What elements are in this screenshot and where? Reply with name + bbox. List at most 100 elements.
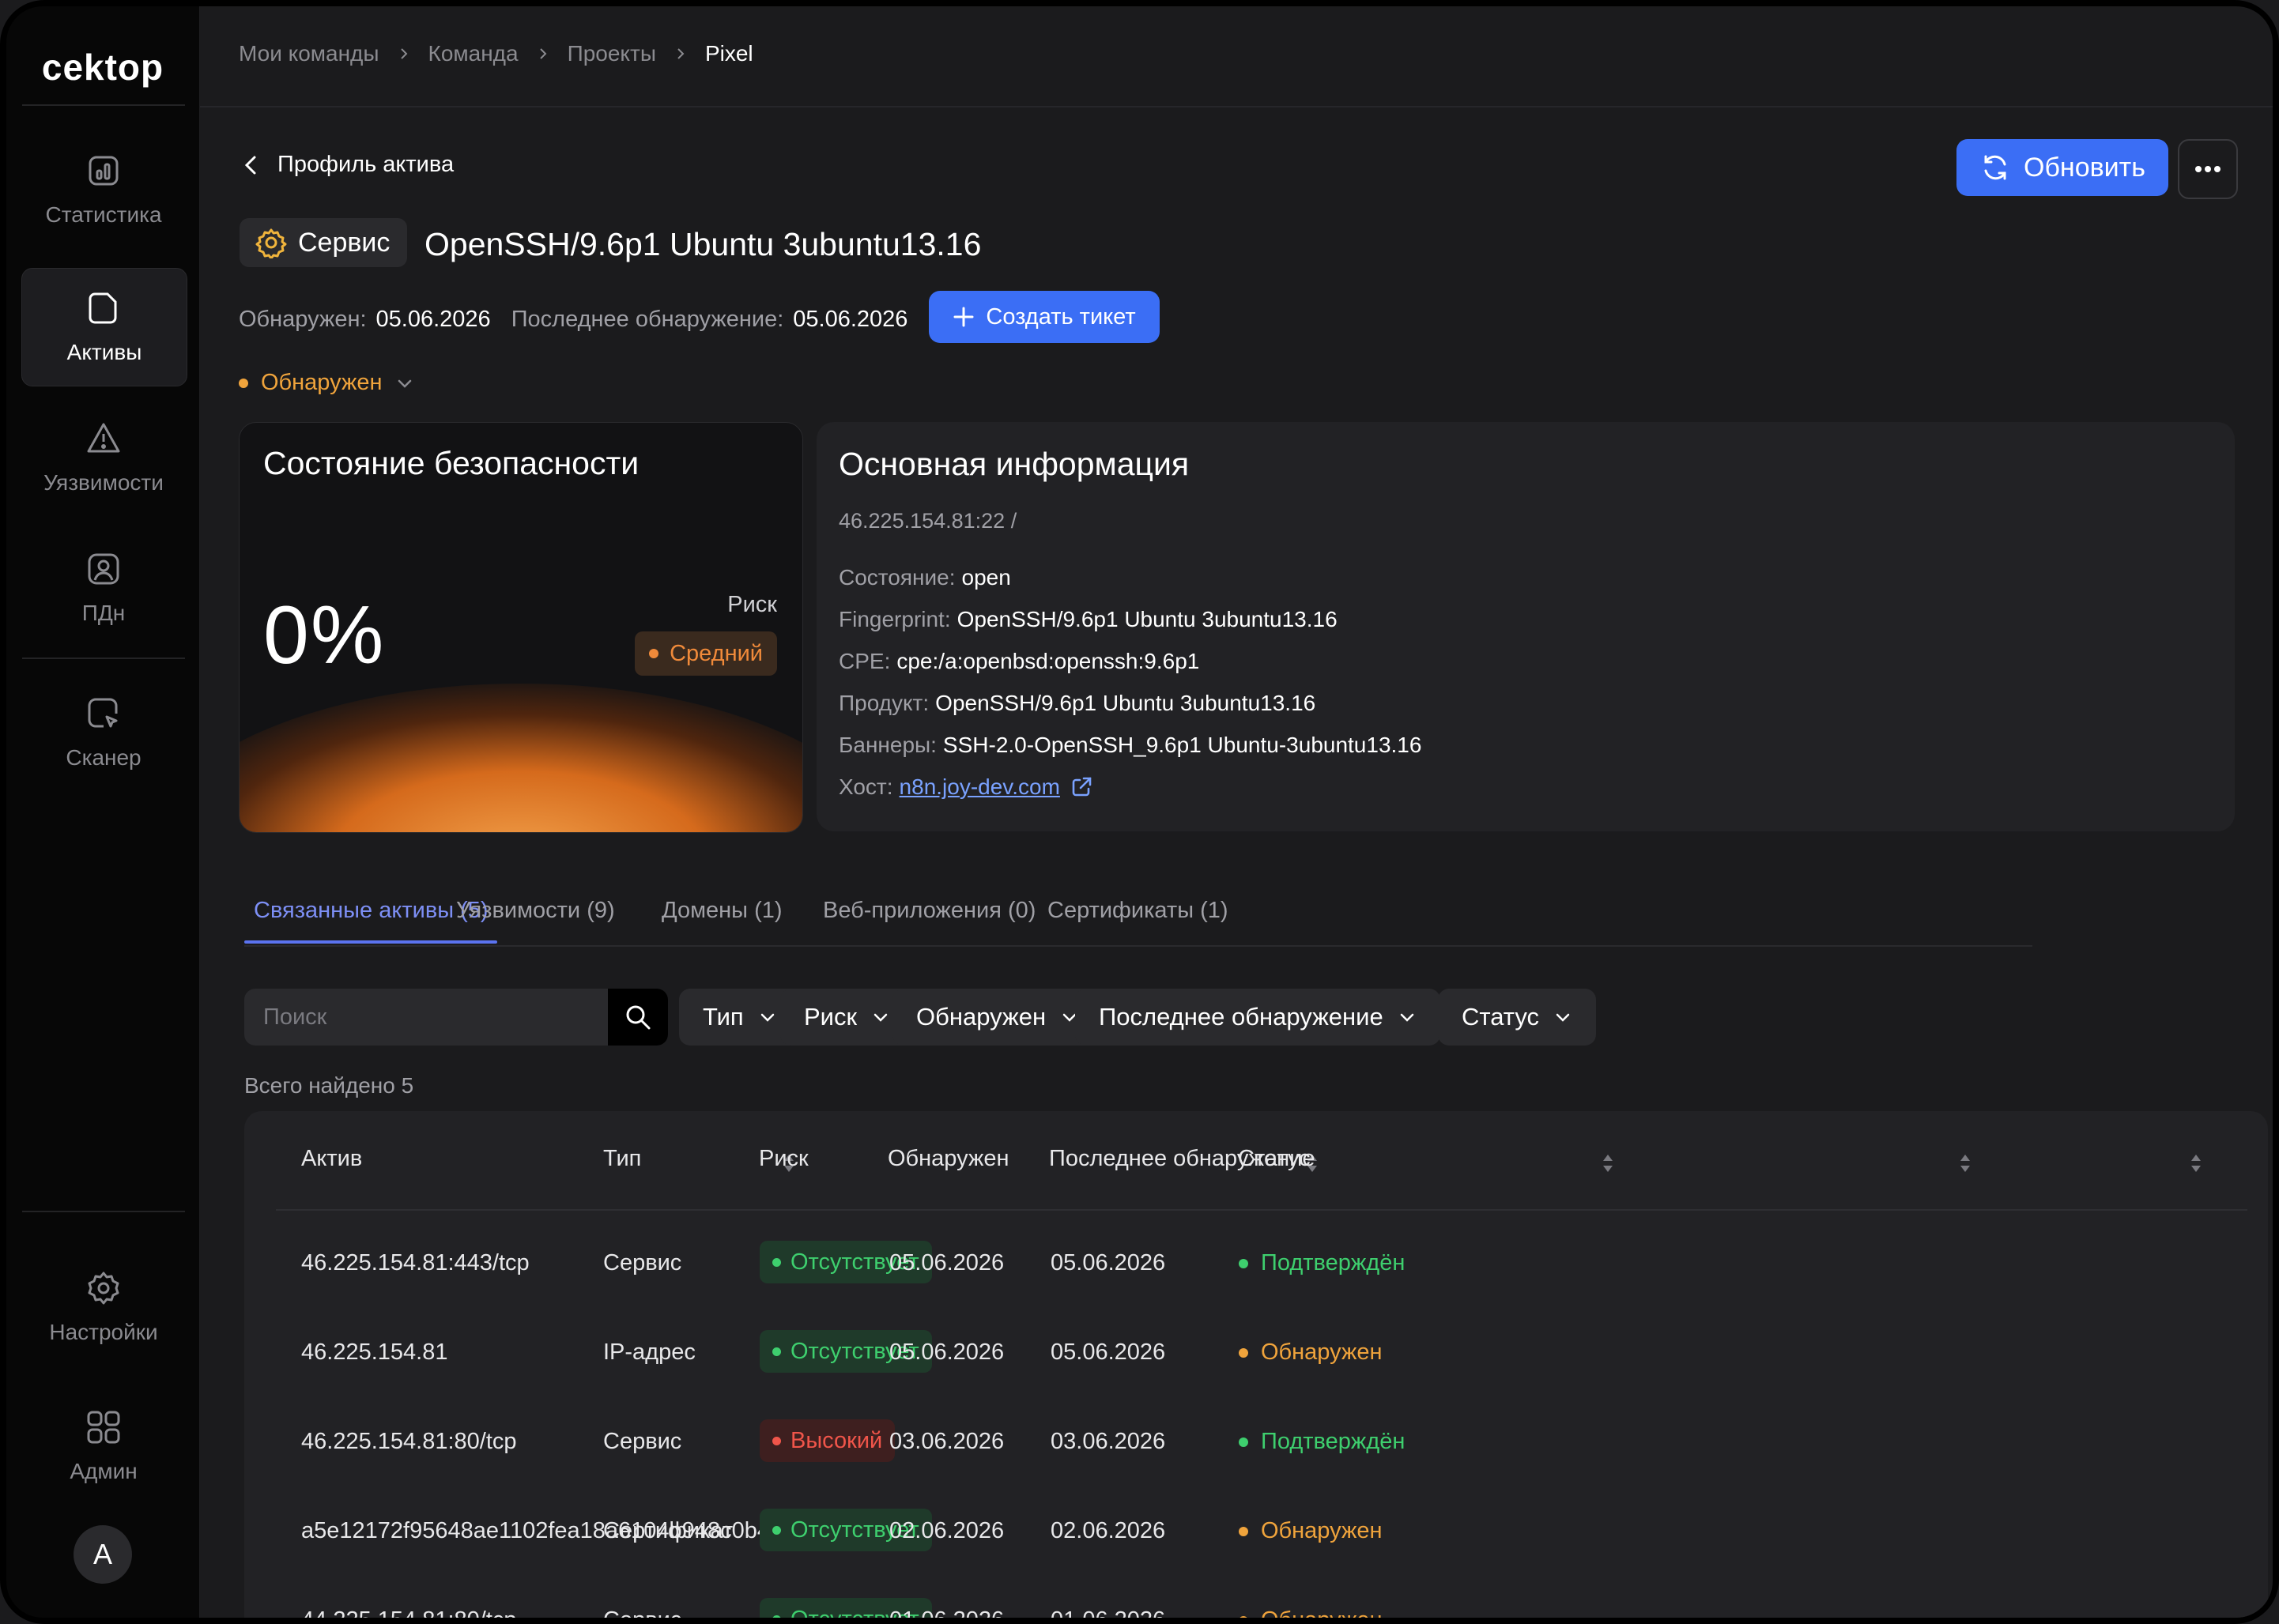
table-row[interactable]: 46.225.154.81:80/tcp Сервис Высокий 03.0… (276, 1397, 2247, 1486)
filter-discovered[interactable]: Обнаружен (892, 989, 1104, 1046)
cell-discovered: 03.06.2026 (889, 1429, 1005, 1454)
chevron-down-icon (1556, 1013, 1570, 1022)
status-dot (1239, 1258, 1248, 1268)
chevron-down-icon (1400, 1013, 1413, 1022)
status-dot (1239, 1347, 1248, 1358)
info-row-cpe: CPE: cpe:/a:openbsd:openssh:9.6p1 (839, 640, 1421, 682)
chevron-down-icon (873, 1013, 888, 1022)
status-dot (1239, 1437, 1248, 1447)
assets-table: Актив Тип Риск Обнаружен Последнее обнар… (244, 1111, 2268, 1618)
info-value: OpenSSH/9.6p1 Ubuntu 3ubuntu13.16 (935, 690, 1316, 715)
column-header-asset[interactable]: Актив (301, 1146, 362, 1172)
breadcrumb-item[interactable]: Мои команды (239, 41, 379, 66)
info-row-fingerprint: Fingerprint: OpenSSH/9.6p1 Ubuntu 3ubunt… (839, 598, 1421, 640)
tabs: Связанные активы (5) Уязвимости (9) Доме… (244, 880, 2032, 947)
refresh-icon (1984, 155, 2006, 180)
breadcrumb-item[interactable]: Команда (428, 41, 519, 66)
cell-asset: 46.225.154.81:443/tcp (301, 1250, 530, 1275)
sidebar-item-admin[interactable]: Админ (21, 1388, 186, 1505)
filter-label: Риск (804, 1003, 858, 1031)
info-rows: Состояние: open Fingerprint: OpenSSH/9.6… (839, 556, 1421, 808)
refresh-button[interactable]: Обновить (1956, 139, 2168, 196)
sidebar-item-label: Статистика (45, 202, 162, 227)
cell-discovered: 05.06.2026 (889, 1340, 1005, 1365)
sidebar-item-pdn[interactable]: ПДн (21, 529, 186, 646)
back-link[interactable]: Профиль актива (240, 152, 454, 178)
sort-icon[interactable] (1958, 1152, 1972, 1174)
chevron-down-icon (398, 379, 412, 388)
create-ticket-button[interactable]: Создать тикет (929, 291, 1160, 343)
filter-status[interactable]: Статус (1438, 989, 1596, 1046)
risk-dot (772, 1525, 781, 1535)
cell-last-seen: 05.06.2026 (1051, 1250, 1166, 1275)
risk-dot (772, 1257, 781, 1267)
risk-badge: Средний (635, 631, 777, 676)
column-header-risk[interactable]: Риск (759, 1146, 809, 1172)
table-row[interactable]: a5e12172f95648ae1102fea18a6104b948c0b44a… (276, 1486, 2247, 1576)
filter-last-seen[interactable]: Последнее обнаружение (1075, 989, 1440, 1046)
chart-icon (85, 152, 123, 190)
info-label: Баннеры: (839, 732, 937, 757)
sidebar-item-assets[interactable]: Активы (21, 268, 187, 386)
more-dots-icon (2195, 166, 2221, 172)
sidebar-divider (22, 658, 185, 659)
risk-dot (772, 1347, 781, 1356)
status-text: Подтверждён (1261, 1250, 1406, 1275)
sidebar-item-vulnerabilities[interactable]: Уязвимости (21, 399, 186, 516)
more-button[interactable] (2178, 139, 2238, 199)
status-dropdown[interactable]: Обнаружен (239, 370, 415, 396)
column-header-discovered[interactable]: Обнаружен (888, 1146, 1009, 1172)
search-button[interactable] (608, 989, 668, 1046)
security-glow (240, 684, 802, 832)
avatar[interactable]: A (74, 1525, 132, 1584)
status-dot (239, 378, 248, 388)
sort-icon[interactable] (1601, 1152, 1615, 1174)
breadcrumb-item[interactable]: Проекты (568, 41, 656, 66)
cell-type: Сервис (603, 1429, 682, 1454)
table-row[interactable]: 46.225.154.81:443/tcp Сервис Отсутствует… (276, 1219, 2247, 1308)
tab-related-assets[interactable]: Связанные активы (5) (254, 898, 489, 924)
security-percent: 0% (263, 590, 386, 681)
filter-label: Статус (1462, 1003, 1539, 1031)
status-text: Обнаружен (1261, 1518, 1383, 1543)
logo[interactable]: сеktор (6, 40, 199, 95)
sidebar-item-statistics[interactable]: Статистика (21, 131, 186, 248)
breadcrumb: Мои команды Команда Проекты Pixel (239, 41, 753, 66)
external-link-icon[interactable] (1070, 775, 1093, 799)
tab-domains[interactable]: Домены (1) (662, 898, 783, 924)
cell-asset: 46.225.154.81:80/tcp (301, 1429, 517, 1454)
user-id-icon (85, 550, 123, 588)
search-box (244, 989, 668, 1046)
host-link[interactable]: n8n.joy-dev.com (900, 774, 1060, 800)
warning-icon (85, 420, 123, 458)
security-state-card: Состояние безопасности 0% Риск Средний (239, 422, 803, 833)
asset-type-chip: Сервис (240, 218, 407, 267)
tab-vulnerabilities[interactable]: Уязвимости (9) (456, 898, 615, 924)
tab-certificates[interactable]: Сертификаты (1) (1047, 898, 1228, 924)
column-header-status[interactable]: Статус (1238, 1146, 1311, 1172)
cell-last-seen: 05.06.2026 (1051, 1340, 1166, 1365)
cell-discovered: 02.06.2026 (889, 1518, 1005, 1543)
cell-discovered: 05.06.2026 (889, 1250, 1005, 1275)
tab-web-apps[interactable]: Веб-приложения (0) (823, 898, 1036, 924)
cell-type: Сертификат (603, 1518, 734, 1543)
search-input[interactable] (244, 989, 600, 1046)
status-cell: Подтверждён (1239, 1429, 1405, 1455)
last-seen-value: 05.06.2026 (793, 307, 908, 332)
info-label: Fingerprint: (839, 606, 951, 631)
info-title: Основная информация (839, 446, 1190, 482)
info-value: SSH-2.0-OpenSSH_9.6p1 Ubuntu-3ubuntu13.1… (942, 732, 1422, 757)
search-icon (626, 1005, 651, 1030)
cell-type: Сервис (603, 1250, 682, 1275)
sidebar-item-scanner[interactable]: Сканер (21, 674, 186, 791)
sidebar-item-settings[interactable]: Настройки (21, 1249, 186, 1366)
risk-value: Средний (670, 640, 763, 666)
table-row[interactable]: 46.225.154.81 IP-адрес Отсутствует 05.06… (276, 1308, 2247, 1397)
status-cell: Обнаружен (1239, 1518, 1382, 1544)
sort-icon[interactable] (2189, 1152, 2203, 1174)
status-cell: Подтверждён (1239, 1250, 1405, 1276)
page-title: OpenSSH/9.6p1 Ubuntu 3ubuntu13.16 (424, 226, 982, 262)
table-row[interactable]: 44.225.154.81:80/tcp Сервис Отсутствует … (276, 1576, 2247, 1618)
status-dot (1239, 1615, 1248, 1618)
chevron-right-icon (400, 48, 407, 59)
